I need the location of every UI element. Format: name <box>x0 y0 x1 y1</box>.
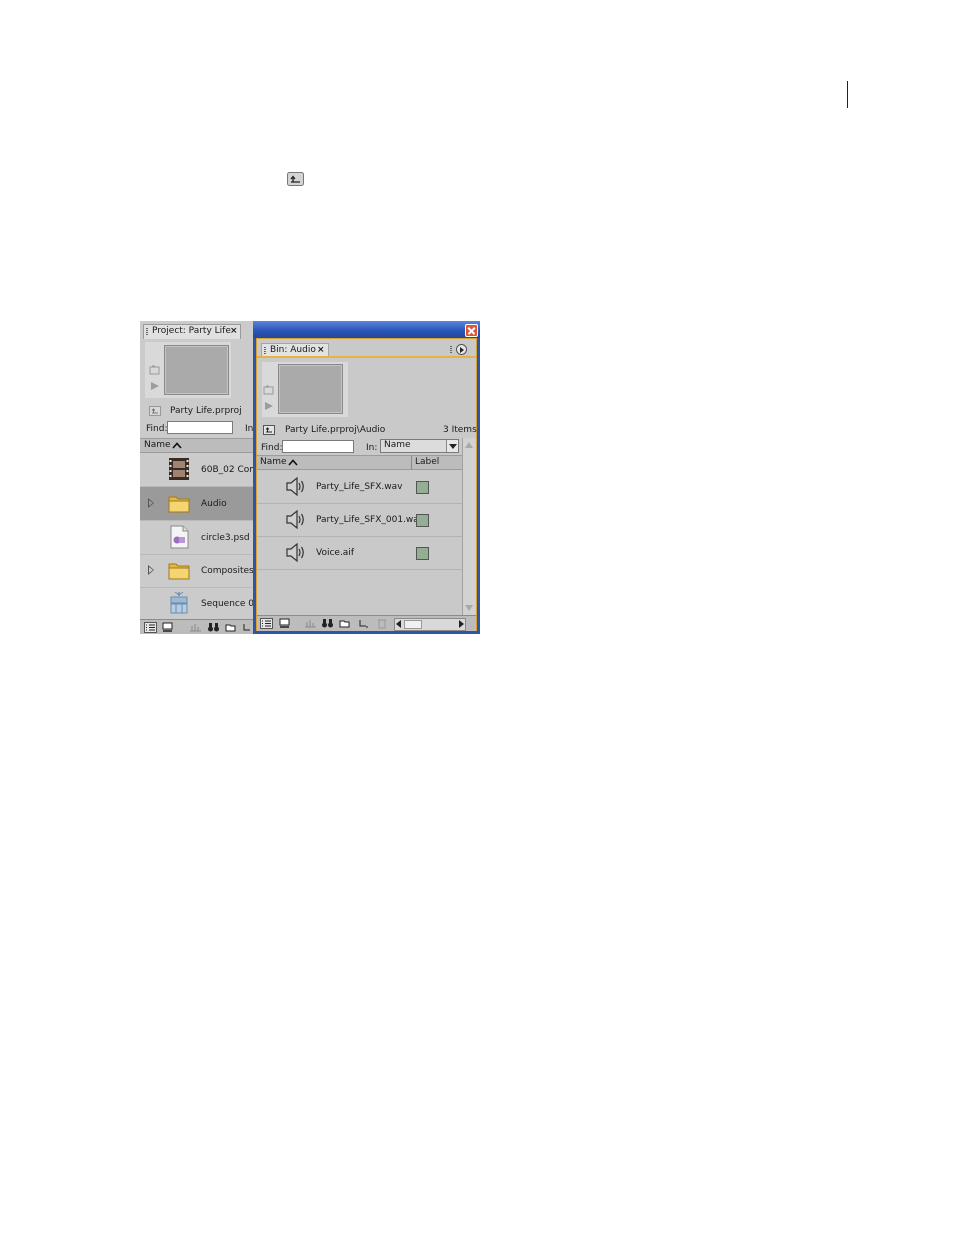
film-icon <box>169 458 189 480</box>
parent-folder-icon[interactable] <box>263 425 275 435</box>
page-header-rule <box>847 81 848 108</box>
project-preview-thumbnail <box>164 345 229 395</box>
close-tab-icon[interactable]: × <box>317 345 325 355</box>
parent-folder-icon[interactable] <box>149 406 161 416</box>
in-label: In: <box>366 443 378 453</box>
speaker-icon <box>286 542 304 563</box>
project-item-row[interactable]: circle3.psd <box>140 521 253 555</box>
bin-horizontal-scrollbar[interactable] <box>394 618 466 631</box>
scroll-thumb[interactable] <box>404 620 422 629</box>
project-item-row-selected[interactable]: Audio <box>140 487 253 521</box>
dropdown-arrow-icon[interactable] <box>446 440 458 452</box>
project-item-row[interactable]: Composites <box>140 554 254 588</box>
scroll-up-icon[interactable] <box>465 442 473 448</box>
bin-item-row[interactable]: Voice.aif <box>257 536 462 570</box>
bin-tab-title: Bin: Audio <box>270 345 316 355</box>
bin-item-name: Voice.aif <box>316 548 354 558</box>
icon-view-icon[interactable] <box>278 618 291 629</box>
scroll-left-icon[interactable] <box>396 620 401 628</box>
column-separator[interactable] <box>411 456 412 470</box>
poster-frame-icon[interactable] <box>149 365 161 375</box>
parent-folder-icon <box>287 172 304 186</box>
bin-column-header: Name Label <box>257 455 462 470</box>
poster-frame-icon[interactable] <box>263 385 275 395</box>
bin-vertical-scrollbar[interactable] <box>462 438 476 615</box>
sort-ascending-icon[interactable] <box>172 442 182 449</box>
project-item-name: Audio <box>201 499 227 509</box>
find-binoculars-icon[interactable] <box>207 622 220 633</box>
project-item-name: circle3.psd <box>201 533 250 543</box>
window-title-bar[interactable] <box>253 321 480 338</box>
name-column-header[interactable]: Name <box>260 457 287 467</box>
expand-triangle-icon[interactable] <box>148 498 154 508</box>
project-column-header: Name <box>140 438 253 453</box>
label-color-swatch[interactable] <box>416 481 429 494</box>
panel-grip-icon[interactable] <box>146 328 148 336</box>
project-item-row[interactable]: 60B_02 Comp <box>140 453 264 487</box>
project-tab-title: Project: Party Life <box>152 326 231 336</box>
sort-ascending-icon[interactable] <box>288 459 298 466</box>
close-tab-icon[interactable]: × <box>230 326 238 336</box>
project-item-name: Composites <box>201 566 254 576</box>
psd-file-icon <box>170 525 189 549</box>
icon-view-icon[interactable] <box>161 622 174 633</box>
find-label: Find: <box>146 424 168 434</box>
delete-trash-icon[interactable] <box>375 618 388 629</box>
scroll-down-icon[interactable] <box>465 605 473 611</box>
project-path: Party Life.prproj <box>170 406 242 416</box>
item-count: 3 Items <box>443 425 477 435</box>
list-view-icon[interactable] <box>144 622 157 633</box>
bin-panel-tab[interactable]: Bin: Audio × <box>261 343 329 357</box>
play-icon[interactable] <box>149 381 161 391</box>
bin-preview-thumbnail <box>278 364 343 414</box>
project-bottom-toolbar <box>140 619 253 634</box>
premiere-screenshot: Project: Party Life × Party Life.prproj … <box>140 321 480 634</box>
project-item-name: Sequence 01 <box>201 599 260 609</box>
find-label: Find: <box>261 443 283 453</box>
project-find-input[interactable] <box>167 421 233 434</box>
expand-triangle-icon[interactable] <box>148 565 154 575</box>
active-tab-underline <box>257 356 476 358</box>
name-column-header[interactable]: Name <box>144 440 171 450</box>
label-color-swatch[interactable] <box>416 547 429 560</box>
bin-find-input[interactable] <box>282 440 354 453</box>
panel-menu-icon[interactable] <box>456 344 467 355</box>
new-item-icon[interactable] <box>357 618 370 629</box>
list-view-icon[interactable] <box>260 618 273 629</box>
bin-item-row[interactable]: Party_Life_SFX_001.wa <box>257 503 462 537</box>
panel-grip-icon[interactable] <box>264 347 266 355</box>
project-item-row[interactable]: Sequence 01 <box>140 587 260 619</box>
scroll-right-icon[interactable] <box>459 620 464 628</box>
sequence-icon <box>170 591 188 614</box>
find-in-dropdown-value: Name <box>384 440 411 450</box>
speaker-icon <box>286 476 304 497</box>
new-bin-icon[interactable] <box>338 618 351 629</box>
bin-floating-window[interactable]: Bin: Audio × Party Life.prproj\Audio 3 I… <box>253 321 480 634</box>
new-bin-icon[interactable] <box>224 622 237 633</box>
project-panel: Project: Party Life × Party Life.prproj … <box>140 321 264 634</box>
automate-to-sequence-icon[interactable] <box>189 622 202 633</box>
bin-path: Party Life.prproj\Audio <box>285 425 386 435</box>
folder-icon <box>168 563 190 580</box>
panel-grip-icon[interactable] <box>450 346 452 354</box>
bin-item-name: Party_Life_SFX.wav <box>316 482 403 492</box>
label-column-header[interactable]: Label <box>415 457 439 467</box>
window-close-icon[interactable] <box>465 324 478 337</box>
bin-item-name: Party_Life_SFX_001.wa <box>316 515 419 525</box>
find-in-dropdown[interactable]: Name <box>380 439 459 453</box>
bin-item-row[interactable]: Party_Life_SFX.wav <box>257 470 462 504</box>
speaker-icon <box>286 509 304 530</box>
bin-bottom-toolbar <box>257 615 476 631</box>
label-color-swatch[interactable] <box>416 514 429 527</box>
bin-panel: Bin: Audio × Party Life.prproj\Audio 3 I… <box>256 338 477 631</box>
folder-icon <box>168 496 190 513</box>
automate-to-sequence-icon[interactable] <box>304 618 317 629</box>
play-icon[interactable] <box>263 401 275 411</box>
project-panel-tab[interactable]: Project: Party Life × <box>143 324 241 339</box>
find-binoculars-icon[interactable] <box>321 618 334 629</box>
